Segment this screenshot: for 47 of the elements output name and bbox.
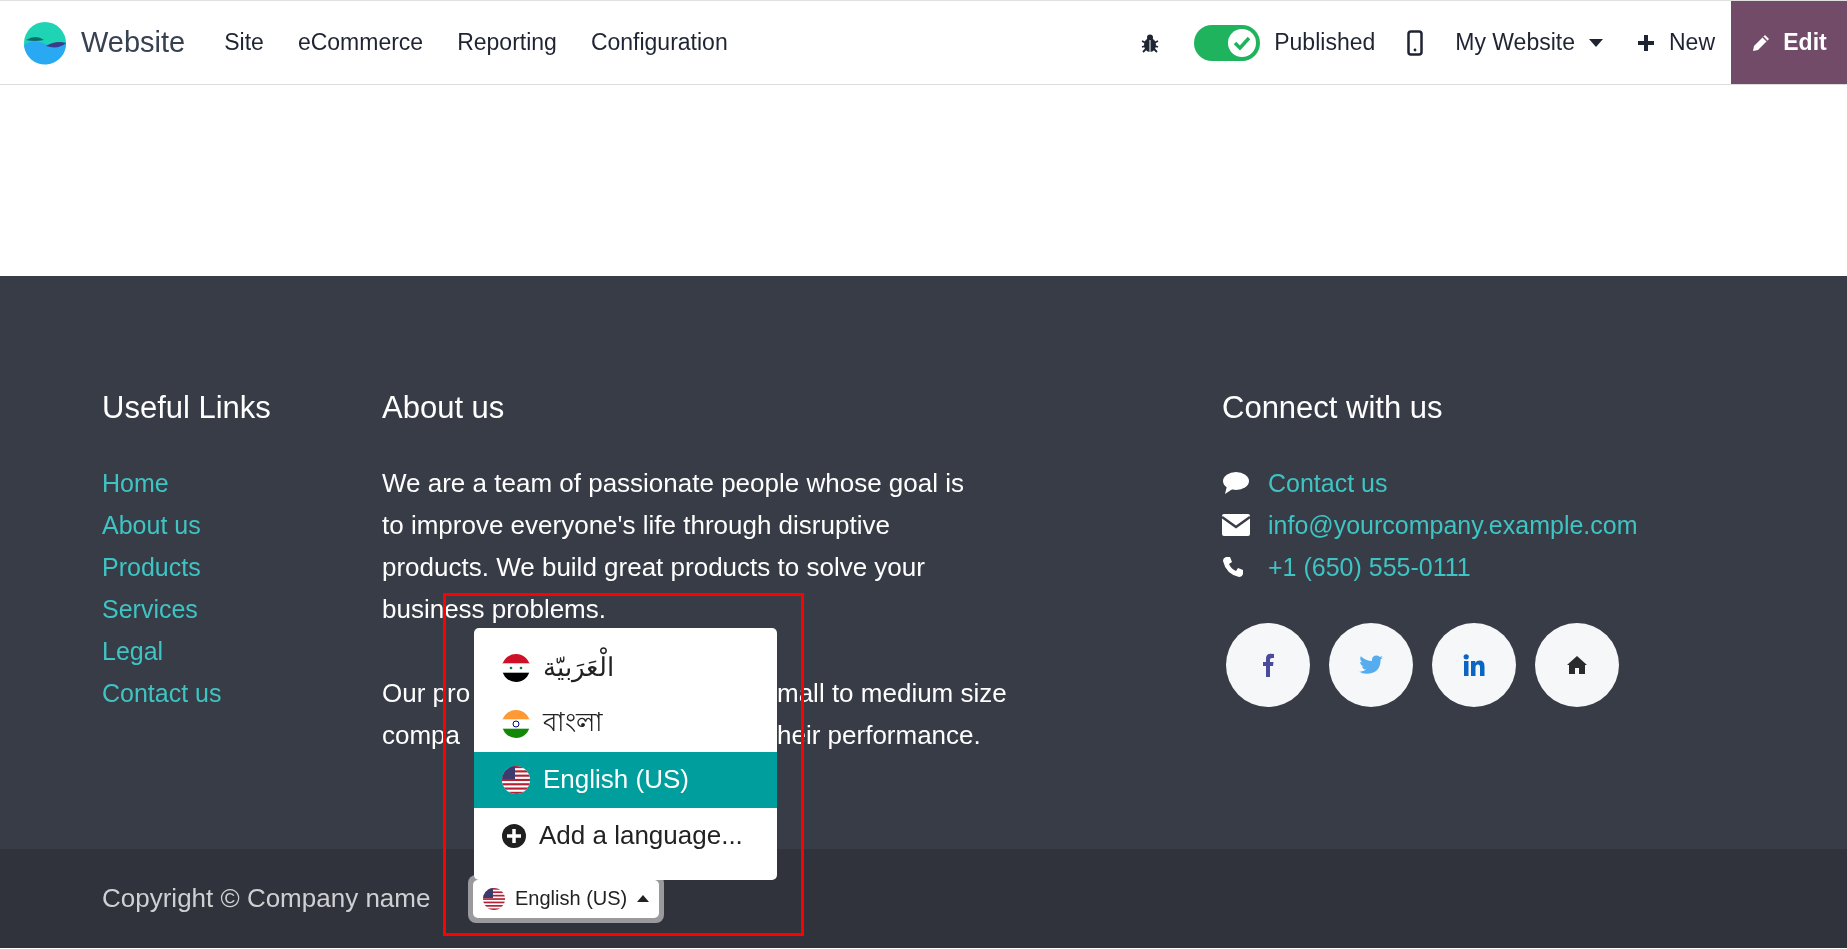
facebook-icon [1262, 653, 1274, 677]
section-heading: About us [382, 390, 505, 426]
flag-icon [483, 887, 505, 910]
pencil-icon [1751, 32, 1772, 53]
edit-button[interactable]: Edit [1731, 1, 1847, 84]
flag-icon [502, 653, 530, 682]
menu-item[interactable]: Configuration [590, 29, 728, 56]
language-option[interactable]: الْعَرَبيّة [474, 639, 777, 696]
mobile-phone-icon[interactable] [1407, 29, 1424, 56]
phone-icon [1222, 556, 1244, 578]
plus-icon [1637, 33, 1655, 52]
contact-link[interactable]: +1 (650) 555-0111 [1268, 546, 1471, 588]
contact-link[interactable]: info@yourcompany.example.com [1268, 504, 1638, 546]
flag-icon [502, 765, 530, 794]
speech-bubble-icon [1222, 471, 1250, 495]
check-knob-icon [1227, 27, 1258, 58]
menu-item[interactable]: Reporting [457, 29, 557, 56]
app-logo-icon [22, 19, 68, 66]
caret-icon [637, 895, 650, 902]
publish-toggle[interactable] [1194, 24, 1261, 61]
footer-link[interactable]: Home [102, 462, 169, 504]
menu-item[interactable]: eCommerce [297, 29, 424, 56]
bug-icon[interactable] [1140, 32, 1161, 53]
home-icon [1566, 655, 1588, 675]
menu-item[interactable]: Site [224, 29, 264, 56]
linkedin-icon [1463, 654, 1485, 676]
footer-link[interactable]: Legal [102, 630, 164, 672]
published-label: Published [1274, 29, 1376, 56]
flag-icon [502, 709, 530, 738]
copyright-text: Copyright © Company name [102, 883, 432, 914]
new-button[interactable]: New [1637, 29, 1715, 56]
bird-icon [1359, 655, 1383, 675]
contact-link[interactable]: Contact us [1268, 462, 1388, 504]
footer-link[interactable]: Services [102, 588, 198, 630]
add-language-option[interactable]: Add a language... [474, 807, 777, 864]
section-heading: Connect with us [1222, 390, 1443, 426]
language-selector-button[interactable]: English (US) [473, 879, 660, 918]
plus-circle-icon [502, 823, 526, 848]
footer-link[interactable]: Products [102, 546, 201, 588]
website-selector[interactable]: My Website [1455, 29, 1603, 56]
envelope-icon [1222, 514, 1250, 536]
language-option[interactable]: বাংলা [474, 695, 777, 752]
footer-link[interactable]: About us [102, 504, 201, 546]
section-heading: Useful Links [102, 390, 271, 426]
app-name[interactable]: Website [81, 26, 186, 59]
footer-link[interactable]: Contact us [102, 672, 222, 714]
caret-icon [1589, 38, 1603, 47]
